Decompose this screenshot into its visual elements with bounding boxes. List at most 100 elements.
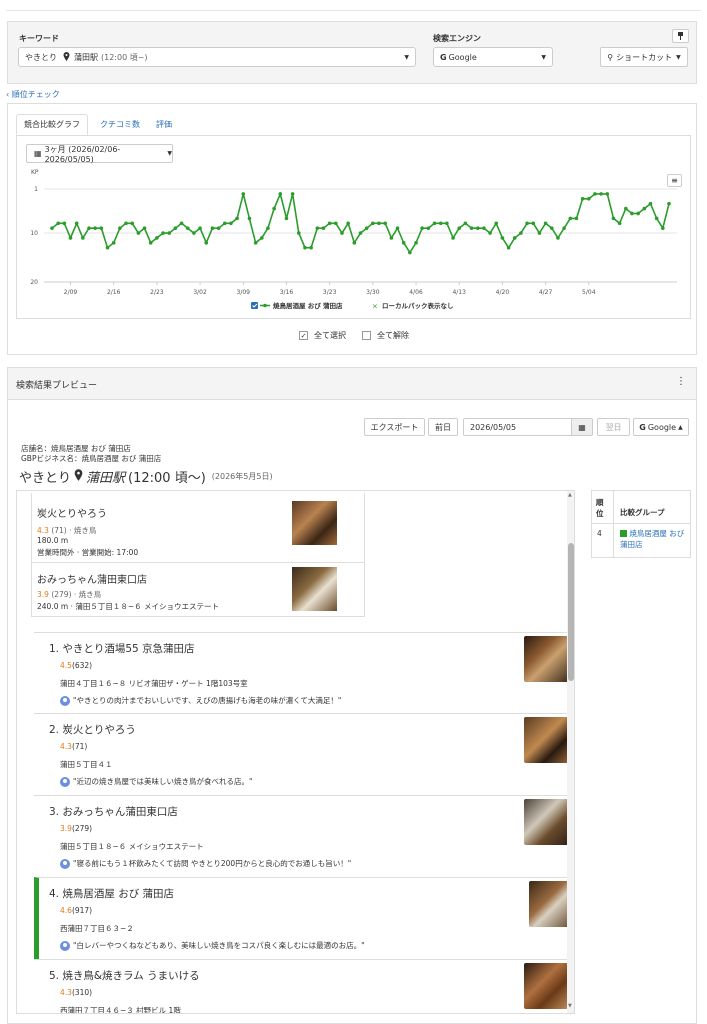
results-pane[interactable]: 炭火とりやろう 4.3 (71) · 焼き鳥 180.0 m 営業時間外 · 営…	[16, 490, 575, 1014]
data-point[interactable]	[624, 206, 628, 211]
data-point[interactable]	[155, 236, 159, 240]
data-point[interactable]	[278, 192, 283, 196]
data-point[interactable]	[432, 221, 437, 226]
data-point[interactable]	[642, 206, 647, 211]
result-item[interactable]: 2. 炭火とりやろう 4.3(71) 蒲田５丁目４１ "近辺の焼き鳥屋では美味しい焼き…	[34, 713, 574, 795]
data-point[interactable]	[124, 221, 128, 226]
data-point[interactable]	[482, 226, 486, 230]
data-point[interactable]	[210, 226, 215, 230]
data-point[interactable]	[568, 216, 573, 221]
data-point[interactable]	[136, 231, 141, 235]
data-point[interactable]	[401, 241, 406, 245]
data-point[interactable]	[445, 221, 449, 226]
data-point[interactable]	[272, 206, 276, 211]
data-point[interactable]	[512, 236, 517, 240]
deselect-all-option[interactable]: 全て解除	[362, 330, 409, 341]
data-point[interactable]	[167, 231, 172, 235]
legend-label[interactable]: ローカルパック表示なし	[382, 301, 454, 310]
data-point[interactable]	[50, 226, 54, 230]
data-point[interactable]	[93, 226, 97, 230]
result-title[interactable]: 4. 焼鳥居酒屋 おび 蒲田店	[49, 886, 174, 901]
data-point[interactable]	[68, 236, 73, 240]
data-point[interactable]	[142, 226, 147, 230]
data-point[interactable]	[364, 226, 369, 230]
engine-select[interactable]: G Google ▼	[433, 47, 553, 67]
data-point[interactable]	[216, 226, 221, 230]
result-title[interactable]: 1. やきとり酒場55 京急蒲田店	[49, 641, 195, 656]
data-point[interactable]	[334, 221, 338, 226]
data-point[interactable]	[389, 236, 394, 240]
data-point[interactable]	[148, 241, 153, 245]
data-point[interactable]	[519, 231, 523, 235]
data-point[interactable]	[62, 221, 67, 226]
data-point[interactable]	[408, 250, 412, 255]
data-point[interactable]	[130, 221, 135, 226]
data-point[interactable]	[309, 245, 313, 250]
data-point[interactable]	[352, 241, 357, 245]
prev-day-button[interactable]: 前日	[428, 418, 458, 436]
result-item[interactable]: 4. 焼鳥居酒屋 おび 蒲田店 4.6(917) 西蒲田７丁目６３−２ "白レバーやつ…	[34, 877, 574, 959]
data-point[interactable]	[537, 231, 542, 235]
data-point[interactable]	[315, 226, 320, 230]
tab-rating[interactable]: 評価	[149, 114, 179, 135]
data-point[interactable]	[105, 245, 110, 250]
data-point[interactable]	[395, 226, 400, 230]
scrollbar-thumb[interactable]	[568, 543, 574, 681]
data-point[interactable]	[297, 231, 301, 235]
data-point[interactable]	[654, 216, 659, 221]
data-point[interactable]	[556, 236, 560, 240]
data-point[interactable]	[192, 231, 196, 235]
data-point[interactable]	[179, 221, 184, 226]
select-all-option[interactable]: ✓ 全て選択	[299, 330, 346, 341]
local-pack-item[interactable]: おみっちゃん蒲田東口店 3.9 (279) · 焼き鳥 240.0 m · 蒲田…	[32, 563, 364, 617]
result-title[interactable]: 2. 炭火とりやろう	[49, 722, 136, 737]
data-point[interactable]	[451, 236, 455, 240]
data-point[interactable]	[543, 221, 548, 226]
data-point[interactable]	[303, 245, 307, 250]
date-input[interactable]: 2026/05/05	[463, 418, 572, 436]
data-point[interactable]	[457, 226, 462, 230]
result-item[interactable]: 3. おみっちゃん蒲田東口店 3.9(279) 蒲田５丁目１８−６ メイショウエステ…	[34, 795, 574, 877]
data-point[interactable]	[327, 221, 332, 226]
data-point[interactable]	[506, 245, 511, 250]
data-point[interactable]	[562, 226, 566, 230]
result-item[interactable]: 1. やきとり酒場55 京急蒲田店 4.5(632) 蒲田４丁目１６−８ リビオ蒲田…	[34, 632, 574, 714]
pin-toggle-button[interactable]	[672, 29, 689, 43]
data-point[interactable]	[235, 216, 239, 221]
preview-engine-button[interactable]: G Google ▲	[633, 418, 689, 436]
export-button[interactable]: エクスポート	[364, 418, 425, 436]
data-point[interactable]	[469, 226, 474, 230]
tab-review-count[interactable]: クチコミ数	[93, 114, 147, 135]
data-point[interactable]	[321, 226, 326, 230]
data-point[interactable]	[229, 221, 233, 226]
data-point[interactable]	[290, 192, 295, 196]
data-point[interactable]	[118, 226, 122, 230]
data-point[interactable]	[599, 192, 603, 196]
data-point[interactable]	[377, 221, 381, 226]
data-point[interactable]	[358, 231, 363, 235]
result-title[interactable]: 5. 焼き鳥&焼きラム うまいける	[49, 968, 200, 983]
data-point[interactable]	[111, 241, 116, 245]
local-pack-item[interactable]: 炭火とりやろう 4.3 (71) · 焼き鳥 180.0 m 営業時間外 · 営…	[32, 493, 364, 563]
result-title[interactable]: 3. おみっちゃん蒲田東口店	[49, 804, 178, 819]
data-point[interactable]	[661, 226, 665, 230]
data-point[interactable]	[222, 221, 227, 226]
scrollbar-track[interactable]: ▲ ▼	[567, 491, 574, 1013]
data-point[interactable]	[81, 236, 85, 240]
data-point[interactable]	[99, 226, 104, 230]
data-point[interactable]	[198, 226, 202, 230]
data-point[interactable]	[580, 196, 585, 201]
data-point[interactable]	[346, 221, 350, 226]
data-point[interactable]	[593, 192, 597, 196]
data-point[interactable]	[253, 241, 258, 245]
legend-label[interactable]: 焼鳥居酒屋 おび 蒲田店	[273, 301, 343, 310]
keyword-select[interactable]: やきとり 蒲田駅 (12:00 頃~) ▼	[18, 47, 416, 67]
data-point[interactable]	[161, 231, 165, 235]
calendar-button[interactable]: ▦	[571, 418, 593, 436]
legend-checkbox[interactable]	[251, 302, 258, 309]
data-point[interactable]	[648, 201, 653, 206]
data-point[interactable]	[340, 231, 344, 235]
data-point[interactable]	[74, 221, 79, 226]
data-point[interactable]	[426, 226, 431, 230]
data-point[interactable]	[525, 221, 529, 226]
